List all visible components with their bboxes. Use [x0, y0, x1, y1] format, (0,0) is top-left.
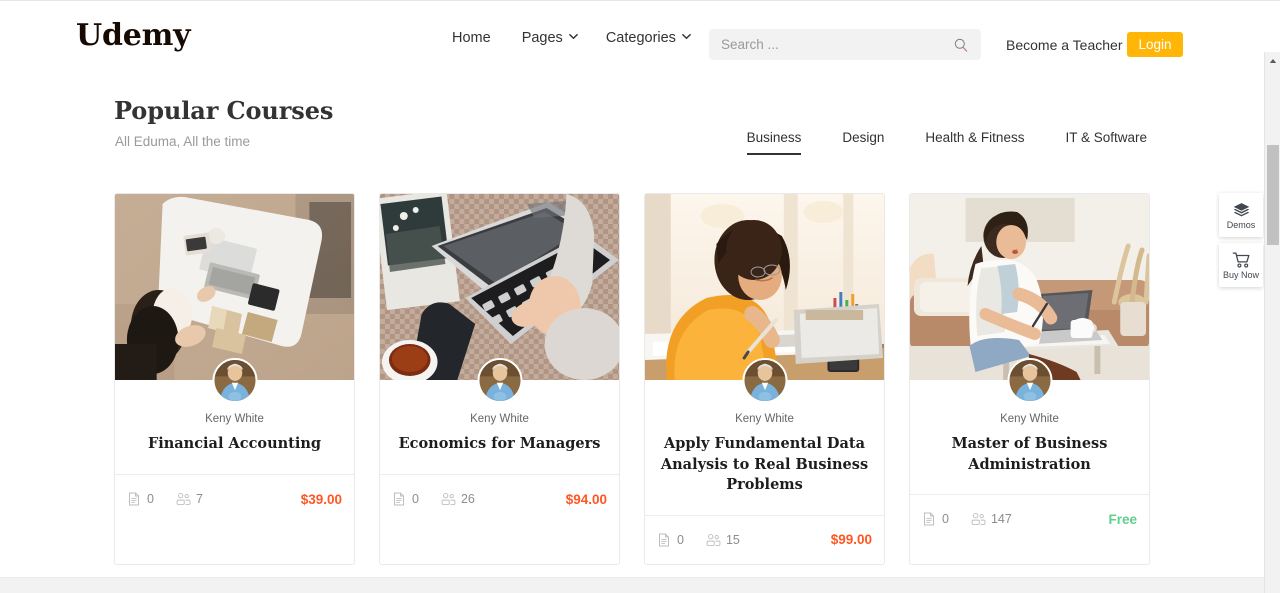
users-icon [706, 533, 721, 547]
course-price: $39.00 [300, 491, 342, 507]
course-price: $99.00 [830, 532, 872, 548]
tab-health-fitness[interactable]: Health & Fitness [925, 130, 1024, 155]
users-icon [971, 512, 986, 526]
document-icon [657, 533, 671, 547]
lesson-count-value: 0 [412, 492, 419, 506]
student-count-value: 15 [725, 532, 740, 547]
course-price: $94.00 [565, 491, 607, 507]
student-count-value: 26 [460, 492, 475, 506]
users-icon [441, 492, 456, 506]
lesson-count: 0 [922, 512, 949, 526]
buy-now-label: Buy Now [1222, 269, 1259, 280]
lesson-count: 0 [392, 492, 419, 506]
instructor-name[interactable]: Keny White [125, 413, 344, 425]
course-title[interactable]: Financial Accounting [125, 434, 344, 455]
search-input[interactable] [721, 37, 953, 52]
instructor-avatar[interactable] [742, 358, 787, 403]
course-card-meta: 0 7 $39.00 [115, 474, 354, 523]
tab-business[interactable]: Business [746, 130, 802, 155]
student-count: 7 [176, 492, 203, 506]
instructor-name[interactable]: Keny White [920, 413, 1139, 425]
document-icon [392, 492, 406, 506]
page-subtitle: All Eduma, All the time [115, 134, 251, 149]
woman-couch-laptop-photo[interactable] [910, 194, 1149, 380]
document-icon [127, 492, 141, 506]
course-card-meta: 0 15 $99.00 [645, 514, 884, 564]
student-count-value: 147 [990, 512, 1012, 527]
layers-icon [1232, 201, 1251, 219]
nav-item-home[interactable]: Home [452, 30, 522, 46]
site-logo[interactable]: Udemy [76, 18, 191, 53]
instructor-name[interactable]: Keny White [655, 413, 874, 425]
instructor-avatar[interactable] [1007, 358, 1052, 403]
course-card-meta: 0 147 Free [910, 494, 1149, 543]
course-card-grid: Keny White Financial Accounting 0 7 $39.… [114, 193, 1150, 565]
become-a-teacher-link[interactable]: Become a Teacher [1006, 37, 1122, 53]
course-card[interactable]: Keny White Master of Business Administra… [909, 193, 1150, 565]
nav-item-label: Categories [605, 30, 676, 46]
instructor-name[interactable]: Keny White [390, 413, 609, 425]
course-card-meta: 0 26 $94.00 [380, 474, 619, 523]
course-card[interactable]: Keny White Financial Accounting 0 7 $39.… [114, 193, 355, 565]
student-count-value: 7 [195, 492, 203, 506]
scroll-up-arrow-icon[interactable] [1265, 52, 1280, 69]
course-card[interactable]: Keny White Apply Fundamental Data Analys… [644, 193, 885, 565]
side-dock: Demos Buy Now [1219, 193, 1263, 287]
instructor-avatar[interactable] [477, 358, 522, 403]
vertical-scrollbar[interactable] [1264, 52, 1280, 593]
nav-item-label: Pages [521, 30, 563, 46]
demos-button[interactable]: Demos [1219, 193, 1263, 237]
instructor-avatar[interactable] [212, 358, 257, 403]
site-header: Udemy Home Pages Categories Search ... B… [0, 4, 1264, 72]
category-tabs: Business Design Health & Fitness IT & So… [746, 130, 1147, 155]
primary-nav: Home Pages Categories [452, 30, 719, 46]
page-title: Popular Courses [114, 96, 334, 125]
nav-item-label: Home [452, 30, 491, 46]
demos-label: Demos [1226, 219, 1256, 230]
shopping-cart-icon [1232, 251, 1251, 269]
lesson-count-value: 0 [942, 512, 949, 527]
nav-item-categories[interactable]: Categories [606, 30, 719, 46]
course-title[interactable]: Master of Business Administration [920, 434, 1139, 475]
search-box[interactable] [709, 29, 981, 60]
page-root: Udemy Home Pages Categories Search ... B… [0, 0, 1280, 593]
course-title[interactable]: Economics for Managers [390, 434, 609, 455]
buy-now-button[interactable]: Buy Now [1219, 243, 1263, 287]
student-count: 15 [706, 533, 740, 547]
course-card[interactable]: Keny White Economics for Managers 0 26 $… [379, 193, 620, 565]
lesson-count: 0 [127, 492, 154, 506]
scrollbar-thumb[interactable] [1267, 145, 1279, 245]
tab-design[interactable]: Design [842, 130, 884, 155]
lesson-count-value: 0 [677, 532, 684, 547]
lesson-count-value: 0 [147, 492, 154, 506]
tab-it-software[interactable]: IT & Software [1065, 130, 1147, 155]
lesson-count: 0 [657, 533, 684, 547]
login-button[interactable]: Login [1127, 32, 1183, 57]
document-icon [922, 512, 936, 526]
bottom-band [0, 578, 1264, 593]
nav-item-pages[interactable]: Pages [522, 30, 606, 46]
student-count: 26 [441, 492, 475, 506]
desk-laptop-books-photo[interactable] [115, 194, 354, 380]
typing-laptop-tea-photo[interactable] [380, 194, 619, 380]
student-writing-window-photo[interactable] [645, 194, 884, 380]
chevron-down-icon [568, 32, 578, 41]
users-icon [176, 492, 191, 506]
course-price: Free [1108, 511, 1137, 527]
chevron-down-icon [682, 32, 691, 41]
student-count: 147 [971, 512, 1012, 526]
search-icon[interactable] [953, 37, 969, 53]
course-title[interactable]: Apply Fundamental Data Analysis to Real … [655, 434, 874, 496]
